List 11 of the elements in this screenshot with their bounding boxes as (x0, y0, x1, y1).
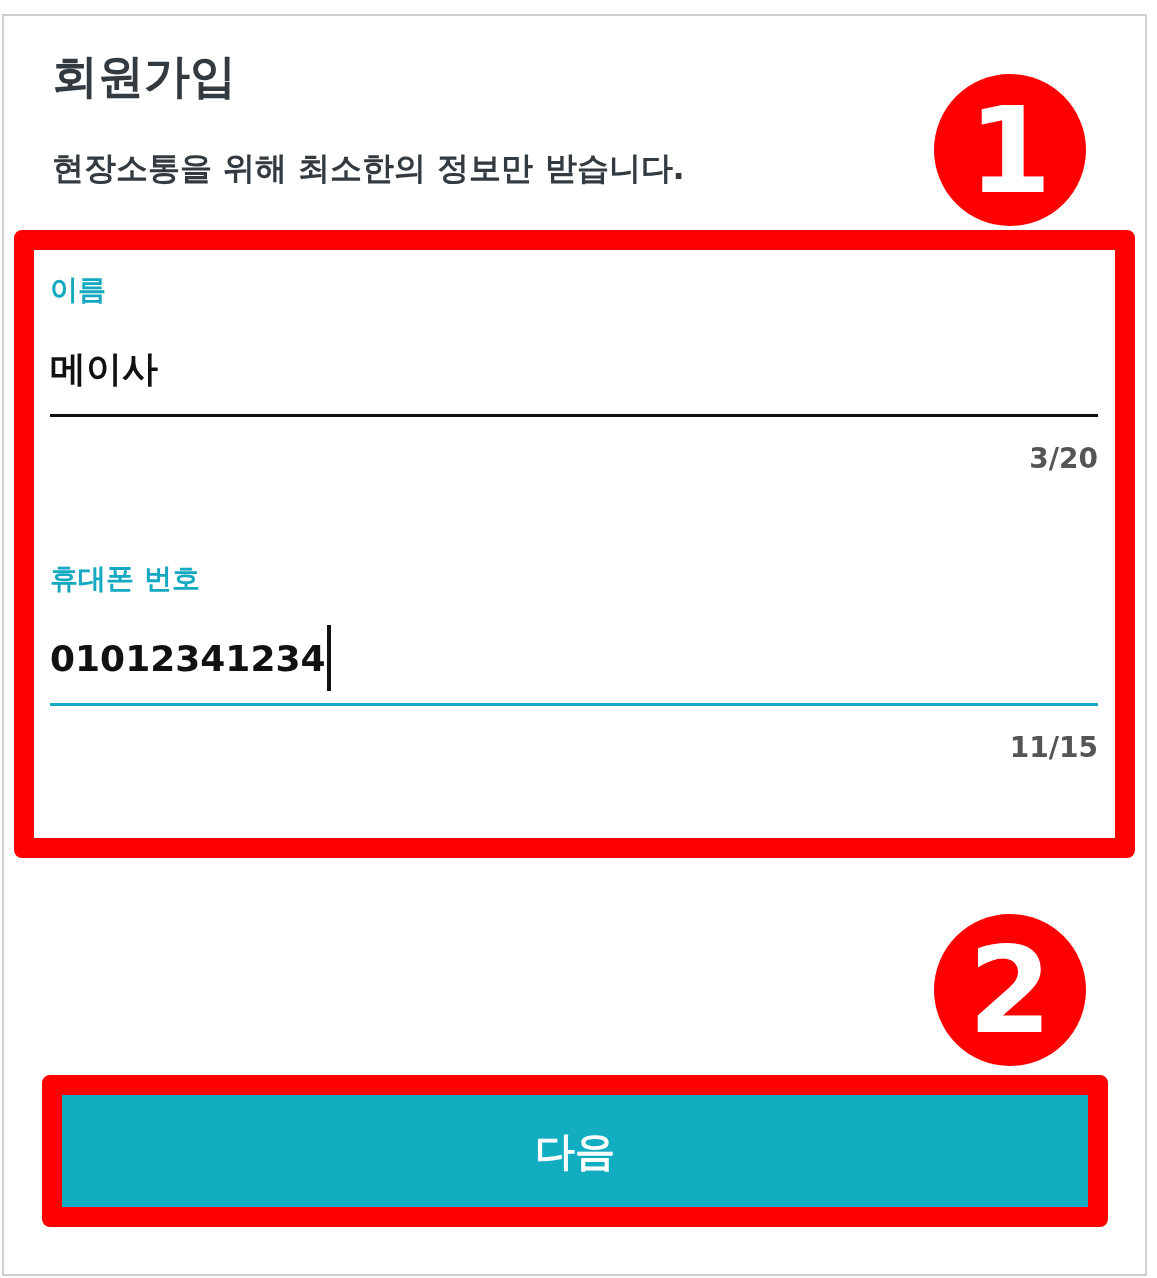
field-label: 이름 (50, 272, 106, 308)
page-title: 회원가입 (52, 48, 236, 105)
text-caret (326, 625, 331, 691)
annotation-badge: 1 (934, 74, 1086, 226)
input-field[interactable]: 01012341234 (50, 613, 1098, 706)
page-subtitle: 현장소통을 위해 최소한의 정보만 받습니다. (52, 148, 685, 189)
annotation-badge: 2 (934, 914, 1086, 1066)
character-counter: 11/15 (1009, 730, 1098, 766)
character-counter: 3/20 (1029, 441, 1098, 477)
field-label: 휴대폰 번호 (50, 561, 200, 597)
input-field[interactable]: 메이사 (50, 324, 1098, 417)
